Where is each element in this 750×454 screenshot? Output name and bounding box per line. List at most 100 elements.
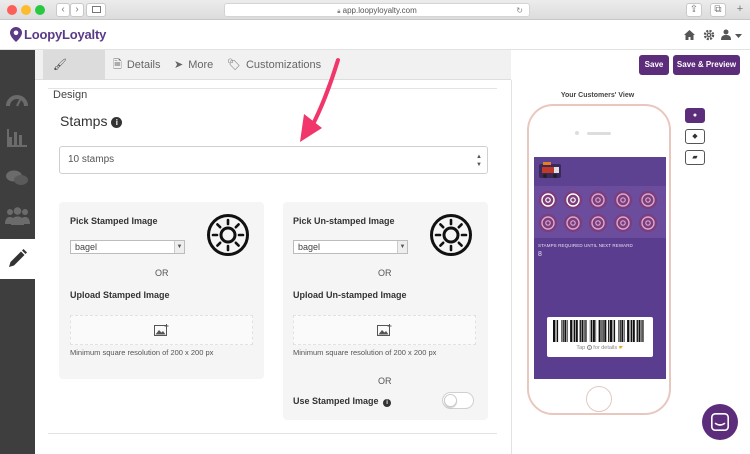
share-button[interactable]: ⇪ — [686, 3, 702, 17]
unstamped-upload-dropzone[interactable] — [293, 315, 476, 345]
phone-camera — [575, 131, 579, 135]
user-icon[interactable] — [721, 29, 731, 40]
new-tab-button[interactable]: + — [733, 3, 747, 17]
brush-icon: 🖌︎ — [53, 59, 67, 71]
pick-stamped-label: Pick Stamped Image — [70, 216, 158, 226]
stamp-slot — [589, 191, 607, 209]
bagel-icon — [207, 214, 249, 256]
stamp-slot — [539, 214, 557, 232]
upload-stamped-label: Upload Stamped Image — [70, 290, 170, 300]
comments-icon — [6, 170, 28, 185]
tab-design[interactable]: 🖌︎Design — [43, 50, 105, 101]
barcode — [553, 320, 644, 342]
preview-title: Your Customers' View — [560, 92, 635, 99]
side-nav-design[interactable] — [0, 239, 35, 279]
android-view-button[interactable]: ◆ — [685, 129, 705, 144]
save-button[interactable]: Save — [639, 55, 669, 75]
use-stamped-image-label: Use Stamped Image i — [293, 396, 392, 407]
bagel-icon — [430, 214, 472, 256]
image-upload-icon — [377, 324, 392, 336]
unstamped-min-resolution: Minimum square resolution of 200 x 200 p… — [293, 348, 437, 357]
info-icon[interactable]: i — [383, 399, 392, 407]
image-upload-icon — [154, 324, 169, 336]
info-icon[interactable]: i — [111, 117, 123, 128]
stamped-image-select[interactable]: bagel ▼ — [70, 240, 185, 254]
select-arrows-icon: ▲ ▼ — [476, 154, 482, 168]
side-nav — [0, 50, 35, 454]
stamped-upload-dropzone[interactable] — [70, 315, 253, 345]
stamps-count-select[interactable]: 10 stamps ▲ ▼ — [59, 146, 488, 174]
stamps-grid — [534, 186, 666, 238]
unstamped-image-select[interactable]: bagel ▼ — [293, 240, 408, 254]
pick-unstamped-label: Pick Un-stamped Image — [293, 216, 395, 226]
stamps-heading: Stamps i — [60, 113, 123, 129]
toggle-knob — [444, 394, 457, 407]
lock-icon: 🔒︎ — [337, 9, 341, 15]
stamp-slot — [539, 191, 557, 209]
pointing-hand-icon: ☛ — [618, 345, 624, 351]
gear-icon[interactable] — [703, 29, 715, 41]
sidebar-icon — [91, 6, 101, 13]
apple-icon: ● — [692, 112, 698, 119]
url-text: app.loopyloyalty.com — [342, 6, 417, 15]
side-nav-dashboard[interactable] — [0, 82, 35, 122]
stamp-slot — [564, 214, 582, 232]
stamped-min-resolution: Minimum square resolution of 200 x 200 p… — [70, 348, 214, 357]
loyalty-card-preview: STAMPS REQUIRED UNTIL NEXT REWARD 8 Tap … — [534, 157, 666, 379]
upload-unstamped-label: Upload Un-stamped Image — [293, 290, 407, 300]
side-nav-analytics[interactable] — [0, 120, 35, 160]
side-nav-customers[interactable] — [0, 198, 35, 238]
or-divider: OR — [378, 376, 392, 386]
tabs-bar: 🖌︎Design 🗎 Details ➤ More 🏷︎ Customizations — [35, 50, 511, 101]
speech-bubble-icon: ▰ — [692, 154, 698, 161]
barcode-card: Tap i for details ☛ — [547, 317, 653, 357]
reload-icon[interactable]: ↻ — [516, 4, 523, 17]
info-circle-icon: i — [586, 345, 592, 350]
stamp-slot — [614, 214, 632, 232]
stamp-slot — [564, 191, 582, 209]
reward-label: STAMPS REQUIRED UNTIL NEXT REWARD — [538, 243, 633, 248]
forward-button[interactable]: › — [70, 3, 84, 17]
stamp-slot — [614, 191, 632, 209]
side-nav-messages[interactable] — [0, 160, 35, 200]
chat-icon — [711, 413, 729, 431]
tap-for-details[interactable]: Tap i for details ☛ — [547, 345, 653, 351]
bar-chart-icon — [7, 129, 27, 147]
or-divider: OR — [378, 268, 392, 278]
preview-divider — [511, 80, 512, 454]
gauge-icon — [6, 95, 28, 107]
tab-details[interactable]: 🗎 Details — [113, 50, 173, 80]
logo[interactable]: LoopyLoyalty — [24, 27, 106, 42]
tabs-button[interactable]: ⧉ — [710, 3, 726, 17]
apple-view-button[interactable]: ● — [685, 108, 705, 123]
chevron-down-icon[interactable] — [735, 34, 742, 39]
phone-speaker — [587, 132, 611, 135]
location-pin-icon — [10, 27, 22, 42]
pencil-icon — [9, 249, 27, 267]
use-stamped-image-toggle[interactable] — [442, 392, 474, 409]
stamp-slot — [639, 214, 657, 232]
sidebar-toggle-button[interactable] — [86, 3, 106, 17]
chat-launcher-button[interactable] — [702, 404, 738, 440]
address-bar[interactable]: 🔒︎ app.loopyloyalty.com ↻ — [224, 3, 530, 17]
browser-toolbar: ‹ › 🔒︎ app.loopyloyalty.com ↻ ⇪ ⧉ + — [0, 0, 750, 20]
caret-down-icon: ▼ — [397, 241, 407, 253]
stamp-slot — [589, 214, 607, 232]
phone-home-button — [586, 386, 612, 412]
close-window-button[interactable] — [7, 5, 17, 15]
maximize-window-button[interactable] — [35, 5, 45, 15]
send-icon: ➤ — [174, 59, 184, 71]
card-header — [534, 157, 666, 186]
annotation-arrow — [300, 58, 340, 142]
food-truck-icon — [539, 162, 561, 178]
message-view-button[interactable]: ▰ — [685, 150, 705, 165]
document-icon: 🗎 — [113, 59, 122, 71]
reward-count: 8 — [538, 251, 542, 258]
minimize-window-button[interactable] — [21, 5, 31, 15]
save-and-preview-button[interactable]: Save & Preview — [673, 55, 740, 75]
users-icon — [5, 207, 30, 225]
android-icon: ◆ — [692, 133, 698, 140]
home-icon[interactable] — [684, 30, 695, 40]
back-button[interactable]: ‹ — [56, 3, 70, 17]
tab-more[interactable]: ➤ More — [174, 50, 224, 80]
